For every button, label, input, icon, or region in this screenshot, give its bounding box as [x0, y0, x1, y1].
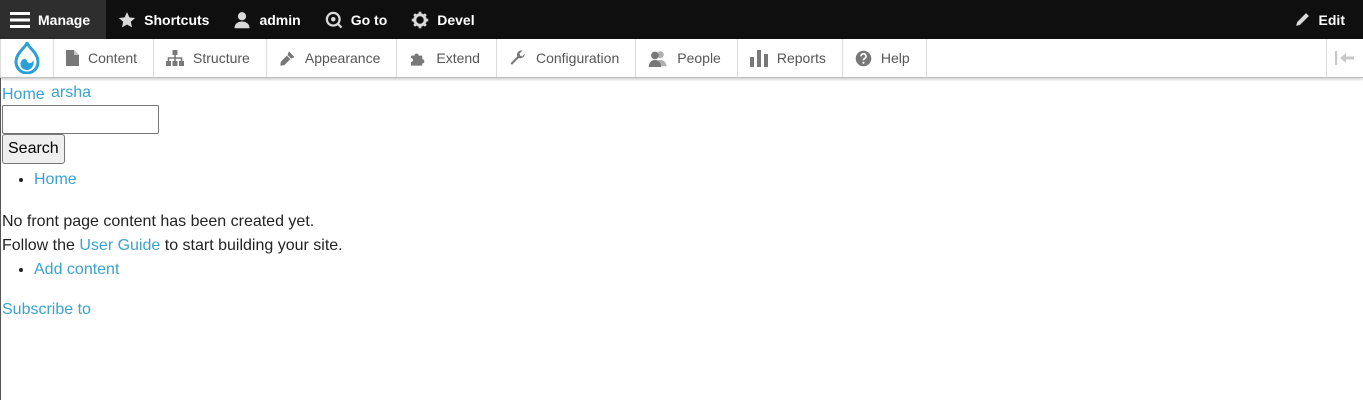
menu-item-label: Structure — [193, 50, 250, 66]
toolbar-bar: Manage Shortcuts admin Go to Devel Edit — [0, 0, 1363, 39]
help-icon — [855, 50, 872, 66]
manage-tab[interactable]: Manage — [0, 0, 107, 39]
menu-item-label: Appearance — [304, 50, 381, 66]
subscribe-feed-link[interactable]: Subscribe to — [2, 300, 1352, 319]
drupal-logo-link[interactable] — [0, 39, 54, 77]
menu-item-people[interactable]: People — [636, 39, 738, 77]
pencil-icon — [1295, 13, 1309, 26]
shortcuts-tab[interactable]: Shortcuts — [106, 0, 221, 39]
follow-prefix-text: Follow the — [2, 237, 80, 254]
admin-menu: Content Structure Appearance Extend Conf… — [0, 39, 1363, 78]
empty-message-text: No front page content has been created y… — [2, 213, 315, 230]
devel-label: Devel — [437, 11, 475, 28]
menu-item-configuration[interactable]: Configuration — [497, 39, 637, 77]
gear-icon — [412, 11, 429, 28]
bar-chart-icon — [749, 49, 768, 67]
people-icon — [649, 50, 667, 67]
menu-item-label: Configuration — [535, 50, 620, 66]
user-guide-link[interactable]: User Guide — [79, 237, 160, 254]
search-button[interactable]: Search — [2, 134, 65, 164]
add-content-link[interactable]: Add content — [34, 261, 119, 278]
menu-spacer — [927, 39, 1326, 77]
wrench-icon — [510, 50, 525, 65]
list-item: Add content — [34, 260, 1352, 280]
home-link[interactable]: Home — [2, 85, 45, 104]
collapse-left-icon — [1335, 51, 1354, 65]
sitemap-icon — [166, 50, 185, 66]
menu-item-content[interactable]: Content — [54, 39, 155, 77]
menu-item-reports[interactable]: Reports — [738, 39, 843, 77]
goto-tab[interactable]: Go to — [313, 0, 400, 39]
menu-item-label: Content — [88, 50, 138, 66]
goto-icon — [325, 11, 342, 28]
manage-label: Manage — [38, 11, 91, 28]
menu-item-label: Extend — [436, 50, 480, 66]
user-tab[interactable]: admin — [221, 0, 312, 39]
menu-item-label: Help — [880, 50, 910, 66]
follow-suffix-text: to start building your site. — [160, 237, 343, 254]
empty-front-page-message: No front page content has been created y… — [2, 210, 1352, 258]
goto-label: Go to — [350, 11, 388, 28]
hamburger-icon — [10, 11, 30, 28]
toolbar-orientation-toggle[interactable] — [1326, 39, 1363, 77]
star-icon — [119, 11, 136, 27]
devel-tab[interactable]: Devel — [399, 0, 486, 39]
drupal-logo-icon — [14, 42, 40, 74]
site-branding: Home arsha — [2, 83, 1352, 105]
puzzle-icon — [411, 53, 425, 66]
menu-item-label: Reports — [776, 50, 826, 66]
user-label: admin — [259, 11, 301, 28]
paintbrush-icon — [280, 50, 295, 66]
front-page-actions: Add content — [2, 260, 1352, 280]
menu-item-help[interactable]: Help — [843, 39, 927, 77]
nav-home-link[interactable]: Home — [34, 171, 77, 188]
user-icon — [234, 11, 250, 28]
site-name-link[interactable]: arsha — [51, 83, 91, 102]
edit-button[interactable]: Edit — [1282, 0, 1363, 39]
search-input[interactable] — [2, 105, 159, 134]
edit-label: Edit — [1318, 11, 1345, 28]
list-item: Home — [34, 170, 1352, 190]
menu-item-label: People — [677, 50, 721, 66]
menu-item-structure[interactable]: Structure — [154, 39, 267, 77]
file-icon — [66, 50, 79, 66]
main-navigation: Home — [2, 170, 1352, 190]
menu-item-appearance[interactable]: Appearance — [267, 39, 398, 77]
page-content: Home arsha Search Home No front page con… — [2, 83, 1352, 319]
menu-item-extend[interactable]: Extend — [397, 39, 497, 77]
shortcuts-label: Shortcuts — [144, 11, 210, 28]
